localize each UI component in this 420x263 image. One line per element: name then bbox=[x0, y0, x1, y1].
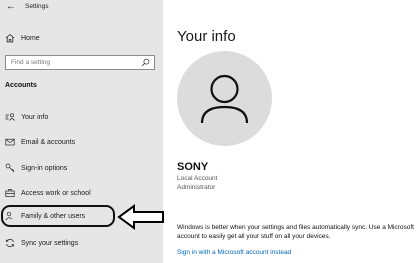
sidebar-item-home[interactable]: Home bbox=[0, 29, 163, 47]
person-list-icon bbox=[5, 112, 15, 122]
sidebar-item-sync-settings[interactable]: Sync your settings bbox=[0, 234, 163, 252]
highlight-outline bbox=[1, 205, 115, 227]
sidebar-item-sign-in-options[interactable]: Sign-in options bbox=[0, 159, 163, 177]
person-icon bbox=[200, 74, 249, 124]
sidebar-item-label: Access work or school bbox=[21, 189, 91, 197]
app-title: Settings bbox=[25, 3, 49, 10]
page-title: Your info bbox=[177, 28, 236, 45]
user-name: SONY bbox=[177, 161, 209, 173]
search-input[interactable]: Find a setting bbox=[5, 55, 155, 70]
sync-icon bbox=[5, 238, 15, 248]
user-role: Administrator bbox=[177, 184, 216, 191]
sidebar-item-your-info[interactable]: Your info bbox=[0, 108, 163, 126]
sidebar-item-label: Email & accounts bbox=[21, 138, 76, 146]
title-bar: ← Settings bbox=[0, 0, 163, 16]
briefcase-icon bbox=[5, 188, 15, 198]
sidebar-item-label: Sign-in options bbox=[21, 164, 68, 172]
microsoft-account-link[interactable]: Sign in with a Microsoft account instead bbox=[177, 249, 291, 256]
pointer-arrow-icon bbox=[117, 204, 164, 230]
sidebar-item-label: Sync your settings bbox=[21, 239, 79, 247]
back-arrow-icon[interactable]: ← bbox=[6, 1, 16, 12]
avatar bbox=[177, 51, 272, 146]
sync-message: Windows is better when your settings and… bbox=[177, 224, 414, 240]
key-icon bbox=[5, 163, 15, 173]
home-icon bbox=[5, 33, 15, 43]
account-type: Local Account bbox=[177, 175, 218, 182]
search-icon[interactable] bbox=[141, 58, 150, 67]
sidebar-item-label: Your info bbox=[21, 113, 49, 121]
section-heading: Accounts bbox=[5, 82, 37, 89]
search-placeholder: Find a setting bbox=[11, 59, 51, 66]
sidebar-item-access-work-school[interactable]: Access work or school bbox=[0, 184, 163, 202]
home-label: Home bbox=[21, 34, 40, 42]
mail-icon bbox=[5, 137, 15, 147]
sidebar-item-email-accounts[interactable]: Email & accounts bbox=[0, 133, 163, 151]
